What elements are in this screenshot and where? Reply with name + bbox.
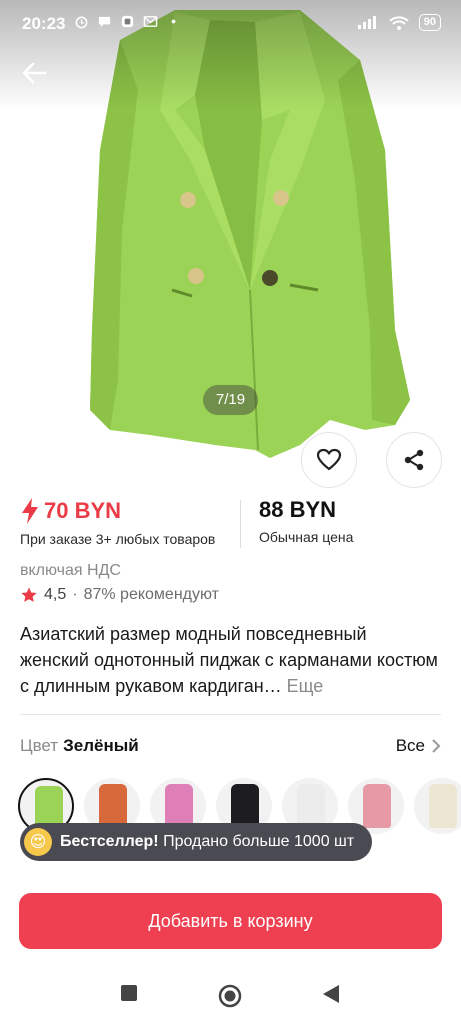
regular-price: 88 BYN bbox=[259, 497, 337, 522]
back-arrow-icon[interactable] bbox=[18, 57, 50, 89]
sale-price-section: 70 BYN При заказе 3+ любых товаров bbox=[20, 497, 215, 547]
swatch-jacket-thumbnail bbox=[99, 784, 127, 828]
color-label: Цвет bbox=[20, 736, 59, 755]
sale-price: 70 BYN bbox=[44, 498, 122, 523]
system-icons: 90 bbox=[357, 14, 441, 31]
bestseller-badge: 😍 Бестселлер! Продано больше 1000 шт bbox=[20, 823, 373, 861]
product-gallery[interactable]: 20:23 90 7/19 bbox=[0, 0, 461, 490]
wifi-icon bbox=[389, 15, 409, 30]
see-all-colors-link[interactable]: Все bbox=[396, 736, 441, 756]
color-swatch-beige[interactable] bbox=[414, 778, 461, 834]
add-to-cart-button[interactable]: Добавить в корзину bbox=[19, 893, 442, 949]
more-dot-icon bbox=[171, 19, 176, 24]
regular-price-section: 88 BYN Обычная цена bbox=[259, 497, 353, 545]
vat-note: включая НДС bbox=[20, 562, 121, 579]
price-block: 70 BYN При заказе 3+ любых товаров 88 BY… bbox=[0, 490, 461, 555]
swatch-jacket-thumbnail bbox=[297, 784, 325, 828]
notification-icons bbox=[74, 14, 181, 29]
share-button[interactable] bbox=[386, 432, 442, 488]
recents-square-icon[interactable] bbox=[120, 984, 138, 1002]
selected-color-name: Зелёный bbox=[63, 736, 139, 755]
signal-icon bbox=[357, 16, 376, 29]
section-divider bbox=[20, 714, 441, 715]
recommend-rate: 87% рекомендуют bbox=[83, 586, 219, 603]
status-bar: 20:23 90 bbox=[0, 0, 461, 50]
color-selector-header: Цвет Зелёный Все bbox=[20, 736, 441, 760]
product-title-text: Азиатский размер модный повседневный жен… bbox=[20, 624, 438, 696]
app-icon bbox=[121, 15, 134, 28]
heart-eyes-emoji-icon: 😍 bbox=[24, 828, 52, 856]
share-icon bbox=[404, 449, 424, 471]
system-nav-bar bbox=[0, 970, 461, 1024]
product-title: Азиатский размер модный повседневный жен… bbox=[20, 621, 440, 699]
rating-separator: · bbox=[72, 586, 78, 603]
battery-indicator: 90 bbox=[418, 14, 441, 31]
chevron-right-icon bbox=[432, 739, 441, 753]
badge-strong: Бестселлер! bbox=[60, 833, 159, 850]
alarm-icon bbox=[75, 16, 88, 29]
image-counter: 7/19 bbox=[203, 385, 258, 415]
more-link[interactable]: Еще bbox=[287, 676, 324, 696]
mail-icon bbox=[143, 16, 158, 27]
swatch-jacket-thumbnail bbox=[165, 784, 193, 828]
chat-icon bbox=[98, 16, 111, 28]
status-time: 20:23 bbox=[22, 14, 66, 33]
home-circle-icon[interactable] bbox=[218, 984, 242, 1008]
swatch-jacket-thumbnail bbox=[231, 784, 259, 828]
back-triangle-icon[interactable] bbox=[322, 984, 340, 1004]
regular-price-note: Обычная цена bbox=[259, 529, 354, 545]
heart-icon bbox=[316, 448, 342, 471]
badge-text: Продано больше 1000 шт bbox=[163, 833, 355, 850]
swatch-jacket-thumbnail bbox=[363, 784, 391, 828]
price-divider bbox=[240, 500, 241, 548]
see-all-label: Все bbox=[395, 736, 425, 755]
swatch-jacket-thumbnail bbox=[429, 784, 457, 828]
lightning-icon bbox=[22, 498, 38, 524]
rating-row[interactable]: 4,5 · 87% рекомендуют bbox=[20, 586, 219, 604]
favorite-button[interactable] bbox=[301, 432, 357, 488]
star-icon bbox=[21, 587, 37, 602]
rating-value: 4,5 bbox=[44, 586, 67, 603]
sale-price-note: При заказе 3+ любых товаров bbox=[20, 531, 216, 547]
